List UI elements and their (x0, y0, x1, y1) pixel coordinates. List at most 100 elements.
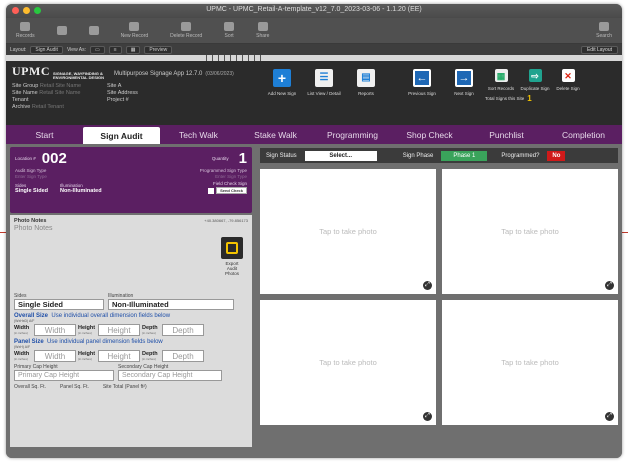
tool-icon (88, 26, 99, 35)
division-name: SIGNAGE, WAYFINDING & ENVIRONMENTAL DESI… (53, 71, 104, 80)
right-panel: Sign Status Select... Sign Phase Phase 1… (256, 144, 622, 458)
records-tool[interactable]: Records (16, 22, 35, 39)
sign-status-select[interactable]: Select... (304, 150, 377, 161)
records-icon (20, 22, 31, 31)
arrow-right-icon: → (455, 69, 473, 87)
search-icon (599, 22, 610, 31)
left-panel: Location # 002 Quantity 1 Audit Sign Typ… (6, 144, 256, 458)
previous-sign-button[interactable]: ← Previous Sign (401, 69, 443, 96)
secondary-cap-height-input[interactable]: Secondary Cap Height (118, 370, 222, 381)
overall-depth-input[interactable]: Depth (162, 324, 204, 336)
panel-height-input[interactable]: Height (98, 350, 140, 362)
add-new-sign-button[interactable]: + Add New Sign (261, 69, 303, 96)
sort-records-button[interactable]: ▦ Sort Records (485, 69, 517, 91)
app-version: (03/06/2023) (205, 71, 234, 77)
view-form-button[interactable]: ▭ (90, 45, 105, 54)
tab-stake-walk[interactable]: Stake Walk (237, 125, 314, 144)
title-bar: UPMC - UPMC_Retail-A-template_v12_7.0_20… (6, 4, 622, 18)
photo-slot-3[interactable]: Tap to take photo ⤢ (260, 300, 436, 425)
programmed-toggle[interactable]: No (547, 150, 566, 161)
share-tool[interactable]: Share (256, 22, 269, 39)
tab-tech-walk[interactable]: Tech Walk (160, 125, 237, 144)
expand-icon[interactable]: ⤢ (423, 281, 432, 290)
send-check-button[interactable]: Send Check (216, 187, 247, 194)
sides-value: Single Sided (15, 188, 49, 194)
window-title: UPMC - UPMC_Retail-A-template_v12_7.0_20… (206, 6, 422, 13)
panel-depth-input[interactable]: Depth (162, 350, 204, 362)
app-header: UPMC SIGNAGE, WAYFINDING & ENVIRONMENTAL… (6, 61, 622, 125)
search-tool[interactable]: Search (596, 22, 612, 39)
export-audit-photos-button[interactable]: Export Audit Photos (220, 237, 244, 276)
sign-phase-badge[interactable]: Phase 1 (441, 150, 488, 161)
sides-field[interactable]: Single Sided (14, 299, 104, 310)
layout-select[interactable]: Sign Audit (30, 45, 63, 54)
photo-notes-title: Photo Notes (14, 218, 47, 224)
brand: UPMC SIGNAGE, WAYFINDING & ENVIRONMENTAL… (12, 64, 255, 80)
location-box: Location # 002 Quantity 1 Audit Sign Typ… (10, 147, 252, 213)
primary-cap-height-input[interactable]: Primary Cap Height (14, 370, 114, 381)
next-sign-button[interactable]: → Next Sign (443, 69, 485, 96)
illumination-field[interactable]: Non-Illuminated (108, 299, 234, 310)
share-icon (257, 22, 268, 31)
expand-icon[interactable]: ⤢ (423, 412, 432, 421)
illumination-value: Non-Illuminated (60, 188, 102, 194)
arrow-left-icon: ← (413, 69, 431, 87)
duplicate-sign-button[interactable]: ⇨ Duplicate Sign (517, 69, 553, 91)
overall-height-input[interactable]: Height (98, 324, 140, 336)
header-info: UPMC SIGNAGE, WAYFINDING & ENVIRONMENTAL… (6, 61, 261, 125)
app-name: Multipurpose Signage App 12.7.0 (114, 71, 203, 77)
site-total-label: Site Total (Panel ft²) (102, 384, 147, 390)
brand-logo: UPMC (12, 64, 50, 78)
edit-layout-button[interactable]: Edit Layout (580, 45, 618, 54)
photo-notes-panel: Photo Notes +40.380667, -79.856173 Photo… (10, 215, 252, 447)
view-table-button[interactable]: ▦ (125, 45, 141, 54)
reports-button[interactable]: ▤ Reports (345, 69, 387, 96)
totals-row: Overall Sq. Ft. Panel Sq. Ft. Site Total… (14, 384, 248, 390)
plus-icon: + (273, 69, 291, 87)
report-icon: ▤ (357, 69, 375, 87)
location-number[interactable]: 002 (42, 150, 67, 167)
new-record-tool[interactable]: New Record (121, 22, 148, 39)
calculator-icon: ▦ (494, 69, 508, 82)
expand-icon[interactable]: ⤢ (605, 281, 614, 290)
photo-slot-1[interactable]: Tap to take photo ⤢ (260, 169, 436, 294)
tab-sign-audit[interactable]: Sign Audit (83, 127, 160, 144)
field-check-checkbox[interactable] (208, 187, 215, 194)
programmed-sign-type-input[interactable]: Enter Sign Type (215, 174, 247, 179)
tab-completion[interactable]: Completion (545, 125, 622, 144)
tool-icon (56, 26, 67, 35)
total-signs-count: 1 (527, 94, 532, 103)
view-list-button[interactable]: ≡ (108, 45, 122, 54)
site-meta: Site Group Retail Site Name Site A Site … (12, 83, 138, 110)
tab-start[interactable]: Start (6, 125, 83, 144)
app-window: UPMC - UPMC_Retail-A-template_v12_7.0_20… (6, 4, 622, 458)
tab-shop-check[interactable]: Shop Check (391, 125, 468, 144)
field-check: Field Check Sign Send Check (208, 181, 247, 194)
header-buttons: + Add New Sign ☰ List View / Detail ▤ Repor… (261, 61, 622, 125)
photo-slot-4[interactable]: Tap to take photo ⤢ (442, 300, 618, 425)
tab-punchlist[interactable]: Punchlist (468, 125, 545, 144)
panel-sqft-label: Panel Sq. Ft. (59, 384, 89, 390)
audit-sign-type-input[interactable]: Enter Sign Type (15, 174, 47, 179)
photo-slot-2[interactable]: Tap to take photo ⤢ (442, 169, 618, 294)
layout-bar: Layout: Sign Audit View As: ▭ ≡ ▦ Previe… (6, 44, 622, 55)
delete-record-tool[interactable]: Delete Record (170, 22, 202, 39)
quantity-value[interactable]: 1 (239, 150, 247, 167)
tool-3[interactable] (88, 26, 99, 35)
list-view-button[interactable]: ☰ List View / Detail (303, 69, 345, 96)
overall-width-input[interactable]: Width (34, 324, 76, 336)
sort-icon (224, 22, 235, 31)
delete-sign-button[interactable]: ✕ Delete Sign (553, 69, 583, 91)
tab-bar: Start Sign Audit Tech Walk Stake Walk Pr… (6, 125, 622, 144)
panel-width-input[interactable]: Width (34, 350, 76, 362)
photo-notes-field[interactable]: Photo Notes (14, 225, 248, 232)
view-as-label: View As: (66, 46, 87, 53)
export-icon (221, 237, 243, 259)
sort-tool[interactable]: Sort (224, 22, 235, 39)
expand-icon[interactable]: ⤢ (605, 412, 614, 421)
tool-2[interactable] (56, 26, 67, 35)
preview-button[interactable]: Preview (144, 45, 173, 54)
sign-details-form: Sides Single Sided Illumination Non-Illumi… (14, 293, 248, 390)
status-bar: Sign Status Select... Sign Phase Phase 1… (260, 148, 618, 163)
tab-programming[interactable]: Programming (314, 125, 391, 144)
